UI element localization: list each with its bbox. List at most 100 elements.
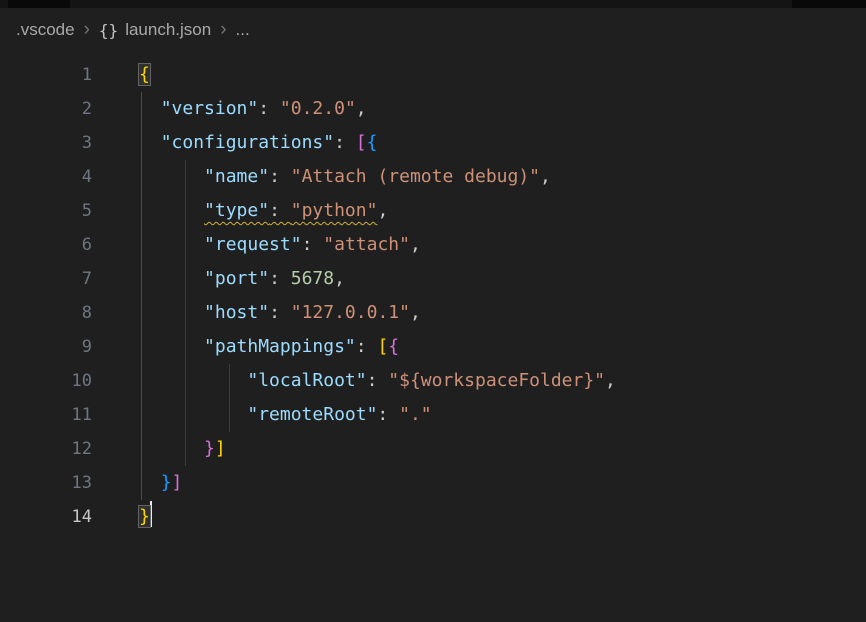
code-line-5[interactable]: 5 "type": "python",	[0, 194, 866, 228]
whitespace	[139, 166, 204, 187]
line-number[interactable]: 11	[0, 398, 92, 432]
token-str: "."	[399, 404, 432, 425]
code-line-10[interactable]: 10 "localRoot": "${workspaceFolder}",	[0, 364, 866, 398]
token-key: "port"	[204, 268, 269, 289]
vscode-editor-window: .vscode › {} launch.json › ... 1{2 "vers…	[0, 0, 866, 622]
line-number[interactable]: 4	[0, 160, 92, 194]
code-lines: 1{2 "version": "0.2.0",3 "configurations…	[0, 58, 866, 534]
token-key: "pathMappings"	[204, 336, 356, 357]
line-number[interactable]: 10	[0, 364, 92, 398]
code-text: {	[139, 58, 150, 92]
whitespace	[139, 370, 247, 391]
code-text: "port": 5678,	[139, 262, 345, 296]
code-text: "request": "attach",	[139, 228, 421, 262]
code-text: "pathMappings": [{	[139, 330, 399, 364]
token-key: "configurations"	[161, 132, 334, 153]
whitespace	[139, 268, 204, 289]
line-number[interactable]: 12	[0, 432, 92, 466]
token-key: "host"	[204, 302, 269, 323]
whitespace	[139, 234, 204, 255]
chevron-right-icon: ›	[84, 20, 90, 39]
code-line-13[interactable]: 13 }]	[0, 466, 866, 500]
token-b2: ]	[172, 472, 183, 493]
token-key: "version"	[161, 98, 259, 119]
whitespace	[139, 98, 161, 119]
code-text: "localRoot": "${workspaceFolder}",	[139, 364, 616, 398]
whitespace	[139, 336, 204, 357]
token-pun: :	[356, 336, 378, 357]
line-number[interactable]: 6	[0, 228, 92, 262]
tab-separator	[792, 0, 866, 8]
token-b2: {	[388, 336, 399, 357]
chevron-right-icon: ›	[220, 20, 226, 39]
code-line-11[interactable]: 11 "remoteRoot": "."	[0, 398, 866, 432]
token-pun: ,	[356, 98, 367, 119]
code-text: "host": "127.0.0.1",	[139, 296, 421, 330]
token-key: "type"	[204, 200, 269, 221]
code-text: }]	[139, 466, 182, 500]
token-pun: ,	[605, 370, 616, 391]
line-number[interactable]: 8	[0, 296, 92, 330]
line-number[interactable]: 2	[0, 92, 92, 126]
token-str: "python"	[291, 200, 378, 221]
token-b2: }	[204, 438, 215, 459]
token-b1: [	[377, 336, 388, 357]
code-line-3[interactable]: 3 "configurations": [{	[0, 126, 866, 160]
line-number[interactable]: 9	[0, 330, 92, 364]
token-key: "name"	[204, 166, 269, 187]
token-key: "remoteRoot"	[247, 404, 377, 425]
code-text: "configurations": [{	[139, 126, 377, 160]
tab-separator	[8, 0, 70, 8]
token-pun: :	[367, 370, 389, 391]
code-text: "remoteRoot": "."	[139, 398, 432, 432]
line-number[interactable]: 5	[0, 194, 92, 228]
code-line-2[interactable]: 2 "version": "0.2.0",	[0, 92, 866, 126]
breadcrumb-symbols-ellipsis[interactable]: ...	[236, 20, 250, 40]
code-line-7[interactable]: 7 "port": 5678,	[0, 262, 866, 296]
code-line-4[interactable]: 4 "name": "Attach (remote debug)",	[0, 160, 866, 194]
token-str: "0.2.0"	[280, 98, 356, 119]
code-text: "type": "python",	[139, 194, 388, 228]
code-text: }]	[139, 432, 226, 466]
token-b1: {	[139, 64, 150, 85]
token-pun: ,	[410, 234, 421, 255]
token-str: "attach"	[323, 234, 410, 255]
code-line-12[interactable]: 12 }]	[0, 432, 866, 466]
whitespace	[139, 200, 204, 221]
code-line-9[interactable]: 9 "pathMappings": [{	[0, 330, 866, 364]
token-pun: :	[377, 404, 399, 425]
code-line-1[interactable]: 1{	[0, 58, 866, 92]
line-number[interactable]: 3	[0, 126, 92, 160]
token-key: "localRoot"	[247, 370, 366, 391]
code-editor[interactable]: 1{2 "version": "0.2.0",3 "configurations…	[0, 52, 866, 622]
line-number[interactable]: 1	[0, 58, 92, 92]
tab-bar-edge	[0, 0, 866, 8]
token-pun: :	[269, 166, 291, 187]
whitespace	[139, 132, 161, 153]
token-num: 5678	[291, 268, 334, 289]
token-pun: :	[269, 268, 291, 289]
token-str: "Attach (remote debug)"	[291, 166, 540, 187]
warning-squiggle: "type": "python"	[204, 200, 377, 221]
whitespace	[139, 472, 161, 493]
line-number[interactable]: 14	[0, 500, 92, 534]
token-str: "127.0.0.1"	[291, 302, 410, 323]
line-number[interactable]: 7	[0, 262, 92, 296]
whitespace	[139, 438, 204, 459]
code-text: }	[139, 500, 152, 534]
breadcrumb: .vscode › {} launch.json › ...	[0, 8, 866, 52]
code-line-8[interactable]: 8 "host": "127.0.0.1",	[0, 296, 866, 330]
token-pun: ,	[540, 166, 551, 187]
token-b1: }	[139, 506, 150, 527]
token-b1: ]	[215, 438, 226, 459]
token-pun: :	[269, 200, 291, 221]
code-line-6[interactable]: 6 "request": "attach",	[0, 228, 866, 262]
breadcrumb-folder[interactable]: .vscode	[16, 20, 75, 40]
code-text: "version": "0.2.0",	[139, 92, 367, 126]
token-key: "request"	[204, 234, 302, 255]
line-number[interactable]: 13	[0, 466, 92, 500]
breadcrumb-file[interactable]: launch.json	[125, 20, 211, 40]
code-line-14[interactable]: 14}	[0, 500, 866, 534]
token-pun: :	[258, 98, 280, 119]
json-brackets-icon: {}	[99, 21, 118, 40]
